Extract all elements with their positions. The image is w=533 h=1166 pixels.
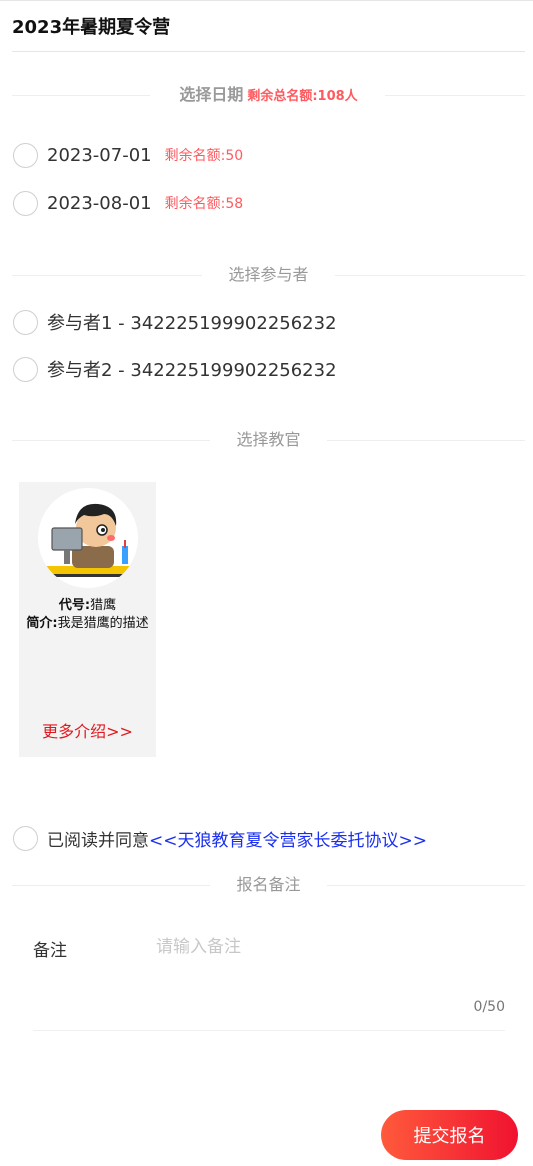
remark-section-title: 报名备注 xyxy=(236,875,301,894)
intro-value: 我是猎鹰的描述 xyxy=(57,616,149,631)
remark-label: 备注 xyxy=(33,941,67,961)
date-quota: 剩余名额:50 xyxy=(164,148,244,164)
date-section-title: 选择日期 xyxy=(179,85,244,104)
instructor-card[interactable]: 代号:猎鹰 简介:我是猎鹰的描述 更多介绍>> xyxy=(19,482,156,757)
radio-button[interactable] xyxy=(13,309,38,335)
code-value: 猎鹰 xyxy=(90,598,117,613)
participant-section-divider: 选择参与者 xyxy=(12,263,525,287)
signup-page: 2023年暑期夏令营 选择日期 剩余总名额:108人 2023-07-01 剩余名… xyxy=(0,0,533,1166)
date-section-divider: 选择日期 剩余总名额:108人 xyxy=(12,83,525,107)
date-section-heading: 选择日期 剩余总名额:108人 xyxy=(12,83,525,109)
radio-button[interactable] xyxy=(13,142,38,168)
page-header: 2023年暑期夏令营 xyxy=(12,14,525,52)
cartoon-avatar-icon xyxy=(46,503,130,577)
char-counter: 0/50 xyxy=(473,999,505,1015)
code-label: 代号: xyxy=(58,598,91,613)
participant-label: 参与者2 - 342225199902256232 xyxy=(47,360,337,381)
instructor-section-divider: 选择教官 xyxy=(12,428,525,452)
agreement-prefix: 已阅读并同意 xyxy=(47,830,149,851)
instructor-code: 代号:猎鹰 xyxy=(19,594,156,613)
radio-button[interactable] xyxy=(13,190,38,216)
date-quota: 剩余名额:58 xyxy=(164,196,244,212)
remark-underline xyxy=(33,1030,505,1031)
date-option-2[interactable]: 2023-08-01 剩余名额:58 xyxy=(13,190,243,216)
instructor-avatar xyxy=(38,488,138,588)
remark-input[interactable] xyxy=(156,932,496,962)
agreement-row[interactable]: 已阅读并同意 <<天狼教育夏令营家长委托协议>> xyxy=(13,825,427,851)
instructor-section-title: 选择教官 xyxy=(236,430,301,449)
agreement-checkbox[interactable] xyxy=(13,825,38,851)
intro-label: 简介: xyxy=(26,616,58,631)
participant-option-2[interactable]: 参与者2 - 342225199902256232 xyxy=(13,356,337,382)
submit-button[interactable]: 提交报名 xyxy=(381,1110,518,1160)
date-label: 2023-07-01 xyxy=(47,144,152,166)
radio-button[interactable] xyxy=(13,356,38,382)
more-intro-link[interactable]: 更多介绍>> xyxy=(19,718,156,742)
page-title: 2023年暑期夏令营 xyxy=(12,17,171,38)
total-quota: 剩余总名额:108人 xyxy=(247,89,358,104)
participant-section-title: 选择参与者 xyxy=(228,265,309,284)
date-label: 2023-08-01 xyxy=(47,192,152,214)
instructor-intro: 简介:我是猎鹰的描述 xyxy=(23,614,152,634)
agreement-link[interactable]: <<天狼教育夏令营家长委托协议>> xyxy=(149,826,427,851)
top-border xyxy=(0,0,533,1)
participant-option-1[interactable]: 参与者1 - 342225199902256232 xyxy=(13,309,337,335)
participant-label: 参与者1 - 342225199902256232 xyxy=(47,313,337,334)
date-option-1[interactable]: 2023-07-01 剩余名额:50 xyxy=(13,142,243,168)
remark-section-divider: 报名备注 xyxy=(12,873,525,897)
